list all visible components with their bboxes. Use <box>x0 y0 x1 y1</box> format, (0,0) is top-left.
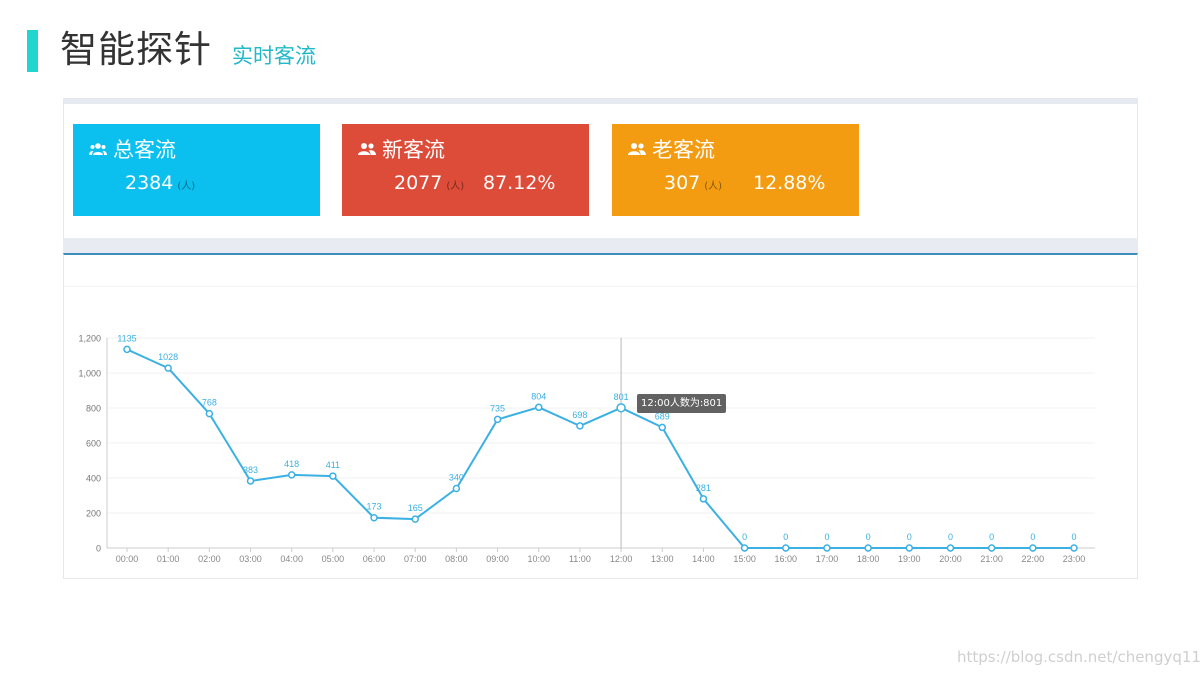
x-tick-label: 08:00 <box>445 554 468 564</box>
series-line <box>126 348 1074 549</box>
data-point <box>864 544 872 552</box>
data-label: 0 <box>907 532 912 542</box>
data-label: 0 <box>948 532 953 542</box>
x-tick-label: 12:00 <box>610 554 633 564</box>
data-label: 281 <box>696 483 711 493</box>
data-point <box>246 477 255 485</box>
y-tick-label: 0 <box>96 544 101 554</box>
x-tick-label: 22:00 <box>1022 554 1045 564</box>
data-point <box>782 544 790 552</box>
data-label: 383 <box>243 465 258 475</box>
data-point <box>370 513 378 522</box>
x-tick-label: 23:00 <box>1063 554 1086 564</box>
x-tick-label: 19:00 <box>898 554 921 564</box>
x-tick-label: 05:00 <box>322 554 345 564</box>
data-label: 411 <box>326 460 340 470</box>
x-tick-label: 16:00 <box>775 554 798 564</box>
data-label: 735 <box>490 403 505 413</box>
x-tick-label: 07:00 <box>404 554 427 564</box>
data-point <box>287 471 296 479</box>
x-tick-label: 10:00 <box>527 554 550 564</box>
y-tick-label: 400 <box>86 474 101 484</box>
data-point <box>576 422 584 430</box>
data-point <box>1070 544 1078 552</box>
x-tick-label: 17:00 <box>816 554 839 564</box>
x-tick-label: 06:00 <box>363 554 386 564</box>
x-tick-label: 01:00 <box>157 554 180 564</box>
data-point <box>946 544 955 552</box>
data-point <box>452 484 461 493</box>
x-tick-label: 20:00 <box>939 554 962 564</box>
data-label: 0 <box>742 532 747 542</box>
x-tick-label: 11:00 <box>569 554 591 564</box>
data-label: 698 <box>572 410 587 420</box>
data-point <box>616 403 626 413</box>
x-tick-label: 04:00 <box>280 554 303 564</box>
data-point <box>534 403 543 412</box>
data-label: 0 <box>866 532 871 542</box>
data-point <box>987 544 996 552</box>
x-tick-label: 21:00 <box>980 554 1003 564</box>
x-tick-label: 14:00 <box>692 554 715 564</box>
data-label: 165 <box>408 503 423 513</box>
x-tick-label: 15:00 <box>733 554 756 564</box>
x-tick-label: 00:00 <box>116 554 139 564</box>
data-point <box>823 544 831 552</box>
data-point <box>905 544 914 552</box>
x-tick-label: 03:00 <box>239 554 262 564</box>
data-label: 804 <box>531 391 546 401</box>
data-label: 1135 <box>117 333 136 343</box>
data-point <box>205 409 214 418</box>
data-point <box>493 415 502 424</box>
chart-tooltip: 12:00人数为:801 <box>637 394 727 413</box>
data-label: 418 <box>284 459 299 469</box>
data-label: 0 <box>1071 532 1076 542</box>
data-label: 801 <box>614 392 629 402</box>
data-label: 173 <box>367 502 382 512</box>
data-point <box>658 423 667 432</box>
hourly-traffic-line-chart[interactable]: 02004006008001,0001,20000:00 01:00 02:00 03… <box>0 0 1200 675</box>
data-point <box>1029 544 1037 552</box>
data-point <box>164 364 172 372</box>
data-point <box>740 544 749 552</box>
data-point <box>329 472 337 480</box>
data-point <box>411 515 419 523</box>
x-tick-label: 18:00 <box>857 554 880 564</box>
data-point <box>123 345 131 354</box>
data-point <box>699 495 708 503</box>
data-label: 0 <box>989 532 994 542</box>
x-tick-label: 13:00 <box>651 554 674 564</box>
y-tick-label: 1,200 <box>78 334 101 344</box>
data-label: 0 <box>824 532 829 542</box>
data-label: 0 <box>1030 532 1035 542</box>
y-tick-label: 200 <box>86 509 101 519</box>
x-tick-label: 02:00 <box>198 554 221 564</box>
y-tick-label: 600 <box>86 439 101 449</box>
y-tick-label: 1,000 <box>78 369 101 379</box>
data-label: 340 <box>449 473 464 483</box>
y-tick-label: 800 <box>86 404 101 414</box>
x-tick-label: 09:00 <box>486 554 509 564</box>
watermark: https://blog.csdn.net/chengyq116 <box>957 648 1200 666</box>
data-label: 1028 <box>158 352 178 362</box>
data-label: 768 <box>202 398 217 408</box>
data-label: 0 <box>783 532 788 542</box>
